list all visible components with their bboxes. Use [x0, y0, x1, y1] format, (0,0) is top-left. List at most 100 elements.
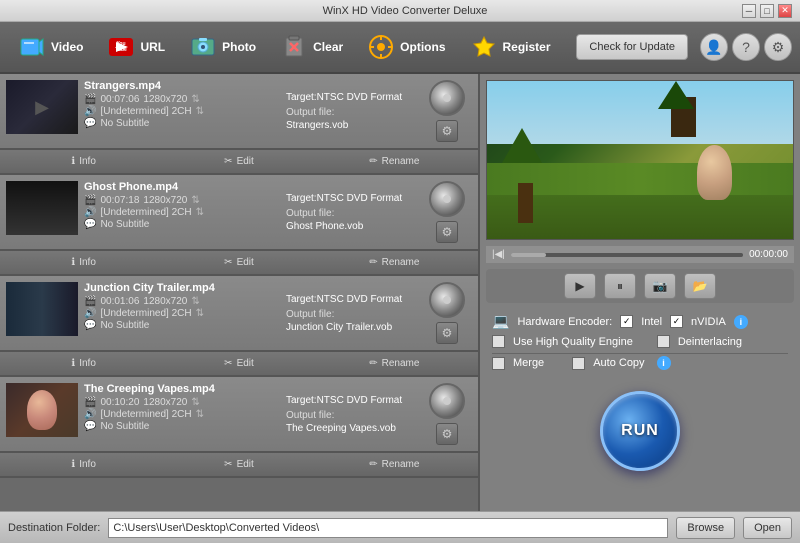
file-audio-1: [Undetermined] 2CH: [100, 106, 191, 117]
high-quality-checkbox[interactable]: [492, 335, 505, 348]
merge-checkbox[interactable]: [492, 357, 505, 370]
file-item-1[interactable]: ▶ Strangers.mp4 🎬 00:07:06 1280x720 ⇅ 🔊 …: [0, 74, 478, 149]
audio-spin-2[interactable]: ⇅: [196, 207, 204, 218]
auto-copy-label: Auto Copy: [593, 357, 644, 369]
auto-copy-info-icon[interactable]: i: [657, 356, 671, 370]
screenshot-button[interactable]: 📷: [644, 273, 676, 299]
auto-copy-checkbox[interactable]: [572, 357, 585, 370]
file-target-4: Target:NTSC DVD Format: [286, 395, 416, 406]
video-spin-3[interactable]: ⇅: [191, 296, 199, 307]
file-audio-3: [Undetermined] 2CH: [100, 308, 191, 319]
dvd-icon-3[interactable]: [429, 282, 465, 318]
deinterlacing-checkbox[interactable]: [657, 335, 670, 348]
open-button[interactable]: Open: [743, 517, 792, 539]
time-slider[interactable]: [511, 253, 743, 257]
file-res-2: 1280x720: [143, 195, 187, 206]
clear-button[interactable]: Clear: [270, 28, 353, 66]
file-output-label-1: Output file:: [286, 107, 416, 118]
file-item-2[interactable]: Ghost Phone.mp4 🎬 00:07:18 1280x720 ⇅ 🔊 …: [0, 175, 478, 250]
file-settings-1[interactable]: ⚙: [436, 120, 458, 142]
file-duration-2: 00:07:18: [100, 195, 139, 206]
edit-button-4[interactable]: ✂ Edit: [161, 456, 316, 473]
browse-button[interactable]: Browse: [676, 517, 735, 539]
video-button[interactable]: Video: [8, 28, 93, 66]
rename-button-1[interactable]: ✏ Rename: [317, 153, 472, 170]
info-button-2[interactable]: ℹ Info: [6, 254, 161, 271]
minimize-button[interactable]: ─: [742, 4, 756, 18]
options-section: 💻 Hardware Encoder: ✓ Intel ✓ nVIDIA i U…: [486, 309, 794, 379]
intel-checkbox[interactable]: ✓: [620, 315, 633, 328]
dvd-icon-1[interactable]: [429, 80, 465, 116]
file-output-label-3: Output file:: [286, 309, 416, 320]
destination-input[interactable]: [108, 518, 668, 538]
right-panel: |◀| 00:00:00 ▶ ⏸ 📷 📂 💻 Hardware Encoder:…: [480, 74, 800, 511]
check-update-button[interactable]: Check for Update: [576, 34, 688, 60]
thumbnail-1: ▶: [6, 80, 78, 134]
user-icons: 👤 ? ⚙: [700, 33, 792, 61]
video-spin-1[interactable]: ⇅: [191, 94, 199, 105]
audio-spin-1[interactable]: ⇅: [196, 106, 204, 117]
file-info-4: The Creeping Vapes.mp4 🎬 00:10:20 1280x7…: [84, 383, 280, 445]
hw-info-icon[interactable]: i: [734, 315, 748, 329]
info-button-1[interactable]: ℹ Info: [6, 153, 161, 170]
rename-icon-1: ✏: [369, 156, 377, 167]
file-settings-3[interactable]: ⚙: [436, 322, 458, 344]
edit-button-2[interactable]: ✂ Edit: [161, 254, 316, 271]
file-subtitle-4: No Subtitle: [100, 421, 149, 432]
open-folder-button[interactable]: 📂: [684, 273, 716, 299]
audio-spin-3[interactable]: ⇅: [196, 308, 204, 319]
file-right-1: ⚙: [422, 80, 472, 142]
run-button[interactable]: RUN: [600, 391, 680, 471]
file-item-wrapper-3: Junction City Trailer.mp4 🎬 00:01:06 128…: [0, 276, 478, 377]
video-time-bar: |◀| 00:00:00: [486, 246, 794, 263]
nvidia-checkbox[interactable]: ✓: [670, 315, 683, 328]
rename-icon-2: ✏: [369, 257, 377, 268]
file-right-2: ⚙: [422, 181, 472, 243]
dvd-icon-4[interactable]: [429, 383, 465, 419]
svg-text:Tube: Tube: [116, 47, 128, 53]
file-audio-4: [Undetermined] 2CH: [100, 409, 191, 420]
rename-button-2[interactable]: ✏ Rename: [317, 254, 472, 271]
register-button[interactable]: Register: [460, 28, 561, 66]
rename-button-3[interactable]: ✏ Rename: [317, 355, 472, 372]
file-item-3[interactable]: Junction City Trailer.mp4 🎬 00:01:06 128…: [0, 276, 478, 351]
edit-button-3[interactable]: ✂ Edit: [161, 355, 316, 372]
user-profile-button[interactable]: 👤: [700, 33, 728, 61]
file-duration-4: 00:10:20: [100, 397, 139, 408]
file-actions-1: ℹ Info ✂ Edit ✏ Rename: [0, 149, 478, 173]
url-icon: You Tube: [107, 33, 135, 61]
url-button[interactable]: You Tube URL: [97, 28, 175, 66]
rename-button-4[interactable]: ✏ Rename: [317, 456, 472, 473]
photo-button[interactable]: Photo: [179, 28, 266, 66]
file-right-4: ⚙: [422, 383, 472, 445]
video-spin-4[interactable]: ⇅: [191, 397, 199, 408]
maximize-button[interactable]: □: [760, 4, 774, 18]
video-spin-2[interactable]: ⇅: [191, 195, 199, 206]
file-subtitle-3: No Subtitle: [100, 320, 149, 331]
close-button[interactable]: ✕: [778, 4, 792, 18]
info-button-4[interactable]: ℹ Info: [6, 456, 161, 473]
dvd-icon-2[interactable]: [429, 181, 465, 217]
scissors-icon-2: ✂: [224, 257, 232, 268]
file-settings-4[interactable]: ⚙: [436, 423, 458, 445]
playback-controls: ▶ ⏸ 📷 📂: [486, 269, 794, 303]
file-target-2: Target:NTSC DVD Format: [286, 193, 416, 204]
file-info-2: Ghost Phone.mp4 🎬 00:07:18 1280x720 ⇅ 🔊 …: [84, 181, 280, 243]
play-button[interactable]: ▶: [564, 273, 596, 299]
info-button-3[interactable]: ℹ Info: [6, 355, 161, 372]
file-subtitle-1: No Subtitle: [100, 118, 149, 129]
pause-button[interactable]: ⏸: [604, 273, 636, 299]
file-item-4[interactable]: The Creeping Vapes.mp4 🎬 00:10:20 1280x7…: [0, 377, 478, 452]
thumbnail-2: [6, 181, 78, 235]
audio-spin-4[interactable]: ⇅: [196, 409, 204, 420]
options-button[interactable]: Options: [357, 28, 455, 66]
file-settings-2[interactable]: ⚙: [436, 221, 458, 243]
hw-encoder-label: Hardware Encoder:: [517, 316, 612, 328]
time-display: 00:00:00: [749, 249, 788, 260]
deinterlacing-label: Deinterlacing: [678, 336, 742, 348]
edit-button-1[interactable]: ✂ Edit: [161, 153, 316, 170]
settings-user-button[interactable]: ⚙: [764, 33, 792, 61]
file-output-label-2: Output file:: [286, 208, 416, 219]
rename-icon-4: ✏: [369, 459, 377, 470]
help-button[interactable]: ?: [732, 33, 760, 61]
